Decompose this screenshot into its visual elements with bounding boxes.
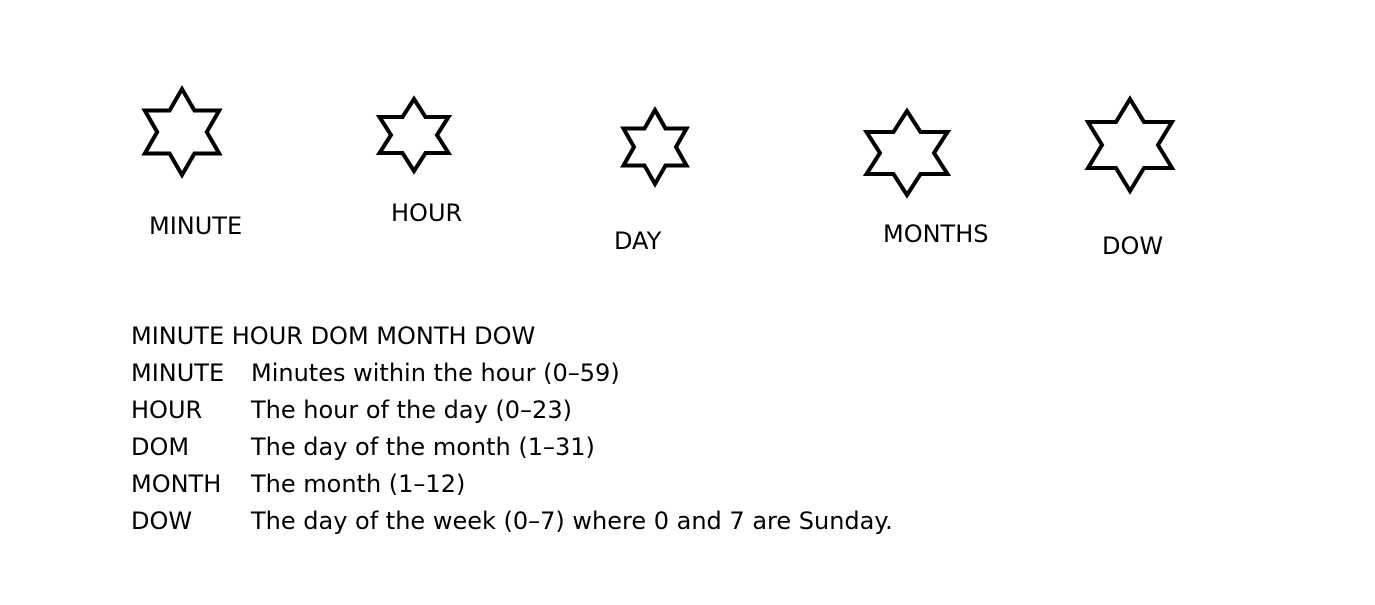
legend-row-month: MONTH The month (1–12) <box>131 466 893 503</box>
day-star-icon <box>620 105 690 189</box>
legend-key: DOW <box>131 507 193 535</box>
legend-desc: The hour of the day (0–23) <box>251 396 572 424</box>
minute-star-icon <box>141 84 223 180</box>
minute-label: MINUTE <box>149 212 243 240</box>
legend-key: HOUR <box>131 396 203 424</box>
field-legend: MINUTE HOUR DOM MONTH DOW MINUTE Minutes… <box>131 318 893 540</box>
dow-star-icon <box>1084 95 1176 195</box>
legend-desc: The month (1–12) <box>251 470 466 498</box>
hour-label: HOUR <box>391 199 463 227</box>
legend-row-minute: MINUTE Minutes within the hour (0–59) <box>131 355 893 392</box>
legend-header: MINUTE HOUR DOM MONTH DOW <box>131 322 536 350</box>
legend-row-dow: DOW The day of the week (0–7) where 0 an… <box>131 503 893 540</box>
hour-star-icon <box>375 95 453 175</box>
legend-key: DOM <box>131 433 190 461</box>
legend-row-hour: HOUR The hour of the day (0–23) <box>131 392 893 429</box>
legend-row-dom: DOM The day of the month (1–31) <box>131 429 893 466</box>
dow-label: DOW <box>1102 232 1164 260</box>
legend-desc: Minutes within the hour (0–59) <box>251 359 620 387</box>
day-label: DAY <box>614 227 662 255</box>
legend-desc: The day of the month (1–31) <box>251 433 595 461</box>
legend-key: MINUTE <box>131 359 225 387</box>
legend-desc: The day of the week (0–7) where 0 and 7 … <box>251 507 893 535</box>
months-label: MONTHS <box>883 220 989 248</box>
months-star-icon <box>862 107 952 199</box>
legend-key: MONTH <box>131 470 222 498</box>
